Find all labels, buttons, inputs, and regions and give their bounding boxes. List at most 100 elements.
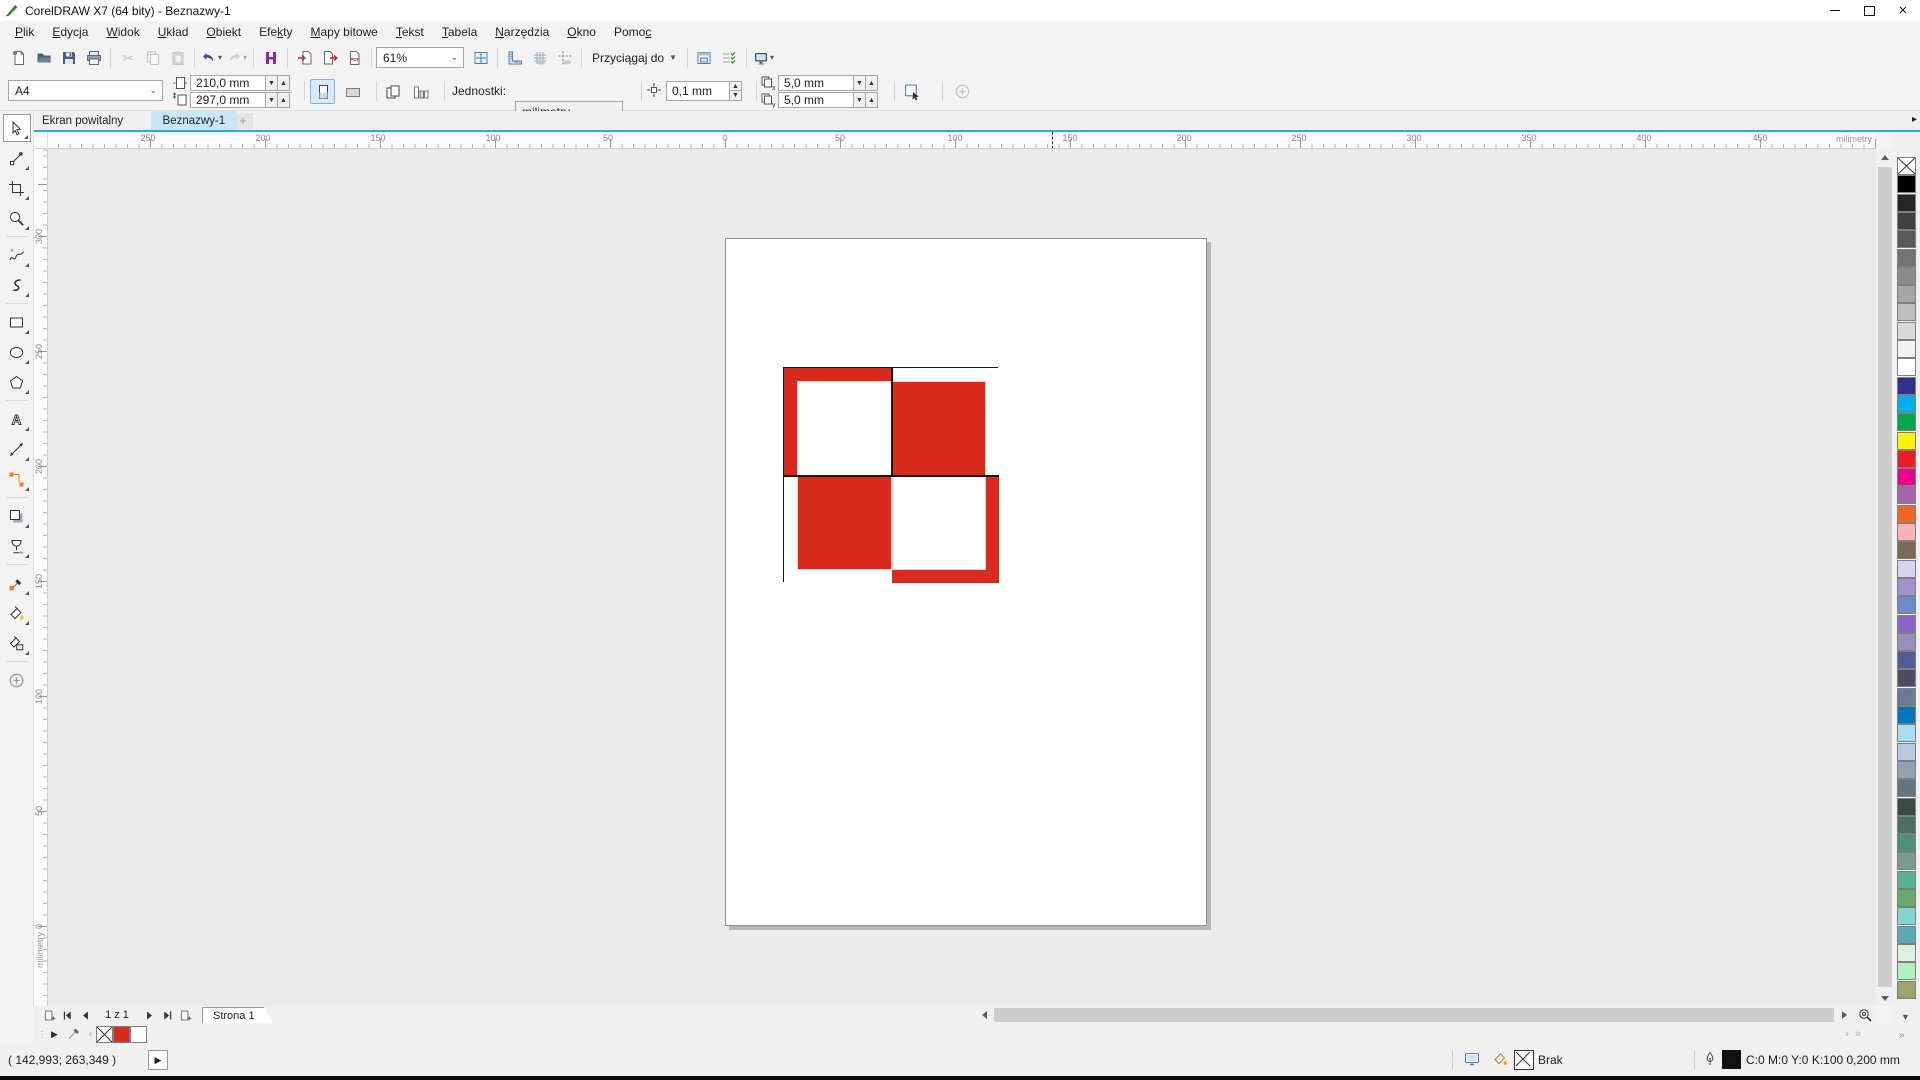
palette-color-swatch[interactable]: [1897, 505, 1916, 523]
menu-efekty[interactable]: Efekty: [250, 21, 301, 43]
import-button[interactable]: [292, 46, 317, 70]
save-button[interactable]: [56, 46, 81, 70]
palette-color-swatch[interactable]: [1897, 779, 1916, 797]
page-height-field[interactable]: 297,0 mm: [190, 92, 266, 108]
vertical-ruler[interactable]: milimetry 300250200150100500: [34, 149, 48, 1006]
doc-palette-scroll-left[interactable]: ‹: [86, 1028, 96, 1040]
menu-widok[interactable]: Widok: [97, 21, 148, 43]
palette-color-swatch[interactable]: [1897, 852, 1916, 870]
shape-tool[interactable]: [3, 144, 31, 172]
duplicate-y-down[interactable]: ▼: [854, 92, 866, 108]
palette-color-swatch[interactable]: [1897, 596, 1916, 614]
landscape-button[interactable]: [340, 79, 365, 104]
palette-scroll-down[interactable]: ▼: [1901, 1012, 1910, 1022]
scroll-up-button[interactable]: [1876, 149, 1894, 165]
tab-overflow-icon[interactable]: ▸: [1912, 114, 1917, 125]
search-content-button[interactable]: [258, 46, 283, 70]
menu-tekst[interactable]: Tekst: [387, 21, 433, 43]
palette-color-swatch[interactable]: [1897, 743, 1916, 761]
palette-color-swatch[interactable]: [1897, 175, 1916, 193]
palette-color-swatch[interactable]: [1897, 322, 1916, 340]
print-button[interactable]: [81, 46, 106, 70]
transparency-tool[interactable]: [3, 532, 31, 560]
doc-palette-color-swatch[interactable]: [130, 1026, 147, 1043]
color-eyedropper-tool[interactable]: [3, 569, 31, 597]
open-button[interactable]: [31, 46, 56, 70]
ellipse-tool[interactable]: [3, 338, 31, 366]
scroll-down-button[interactable]: [1876, 990, 1894, 1006]
palette-color-swatch[interactable]: [1897, 523, 1916, 541]
show-rulers-button[interactable]: [502, 46, 527, 70]
palette-color-swatch[interactable]: [1897, 907, 1916, 925]
eyedropper-icon[interactable]: [62, 1024, 86, 1045]
palette-color-swatch[interactable]: [1897, 578, 1916, 596]
fill-bucket-icon[interactable]: [1492, 1051, 1508, 1070]
last-page-button[interactable]: [158, 1007, 176, 1023]
menu-obiekt[interactable]: Obiekt: [197, 21, 250, 43]
zoom-tool[interactable]: [3, 204, 31, 232]
quick-customize-button[interactable]: [717, 46, 742, 70]
page-height-down[interactable]: ▼: [266, 92, 278, 108]
copy-button[interactable]: [140, 46, 165, 70]
menu-pomoc[interactable]: Pomoc: [605, 21, 660, 43]
show-grid-button[interactable]: [527, 46, 552, 70]
minimize-button[interactable]: [1818, 0, 1852, 21]
palette-color-swatch[interactable]: [1897, 871, 1916, 889]
duplicate-x-field[interactable]: 5,0 mm: [778, 75, 854, 91]
palette-color-swatch[interactable]: [1897, 761, 1916, 779]
duplicate-x-up[interactable]: ▲: [866, 75, 878, 91]
palette-color-swatch[interactable]: [1897, 615, 1916, 633]
freehand-tool[interactable]: [3, 241, 31, 269]
show-guidelines-button[interactable]: [552, 46, 577, 70]
palette-color-swatch[interactable]: [1897, 651, 1916, 669]
nudge-up[interactable]: ▲: [730, 81, 742, 91]
palette-color-swatch[interactable]: [1897, 249, 1916, 267]
palette-color-swatch[interactable]: [1897, 212, 1916, 230]
add-page-after-button[interactable]: [176, 1007, 194, 1023]
options-button[interactable]: [692, 46, 717, 70]
previous-page-button[interactable]: [76, 1007, 94, 1023]
portrait-button[interactable]: [310, 79, 335, 104]
page-tab-strona-1[interactable]: Strona 1: [202, 1007, 274, 1024]
palette-color-swatch[interactable]: [1897, 285, 1916, 303]
crop-tool[interactable]: [3, 174, 31, 202]
palette-no-fill-swatch[interactable]: [1897, 157, 1916, 175]
menu-edycja[interactable]: Edycja: [43, 21, 97, 43]
page-a4[interactable]: [725, 238, 1207, 926]
checkerboard-artwork[interactable]: [783, 367, 998, 582]
fullscreen-preview-button[interactable]: [468, 46, 493, 70]
paste-button[interactable]: [165, 46, 190, 70]
vertical-scrollbar[interactable]: [1876, 149, 1894, 1006]
menu-tabela[interactable]: Tabela: [433, 21, 486, 43]
menu-mapy-bitowe[interactable]: Mapy bitowe: [301, 21, 386, 43]
close-button[interactable]: ✕: [1886, 0, 1920, 21]
undo-button[interactable]: ▾: [199, 46, 224, 70]
publish-pdf-button[interactable]: PDF: [342, 46, 367, 70]
palette-color-swatch[interactable]: [1897, 962, 1916, 980]
palette-color-swatch[interactable]: [1897, 944, 1916, 962]
palette-flyout-icon[interactable]: ▶: [47, 1029, 62, 1040]
new-document-button[interactable]: [6, 46, 31, 70]
document-tab-ekran-powitalny[interactable]: Ekran powitalny: [30, 111, 135, 130]
polygon-tool[interactable]: [3, 368, 31, 396]
document-tab-beznazwy-1[interactable]: Beznazwy-1: [151, 111, 238, 130]
palette-color-swatch[interactable]: [1897, 834, 1916, 852]
doc-palette-color-swatch[interactable]: [113, 1026, 130, 1043]
nudge-field[interactable]: 0,1 mm: [666, 81, 730, 101]
dimension-tool[interactable]: [3, 435, 31, 463]
palette-color-swatch[interactable]: [1897, 468, 1916, 486]
palette-color-swatch[interactable]: [1897, 926, 1916, 944]
page-height-up[interactable]: ▲: [278, 92, 290, 108]
palette-color-swatch[interactable]: [1897, 816, 1916, 834]
vertical-scroll-thumb[interactable]: [1878, 167, 1892, 987]
add-controls-button[interactable]: [950, 79, 975, 104]
smart-fill-tool[interactable]: [3, 629, 31, 657]
connector-tool[interactable]: [3, 465, 31, 493]
treat-as-filled-button[interactable]: [900, 79, 925, 104]
palette-color-swatch[interactable]: [1897, 267, 1916, 285]
cut-button[interactable]: ✂: [115, 46, 140, 70]
palette-expand[interactable]: »: [1899, 1030, 1905, 1041]
drop-shadow-tool[interactable]: [3, 502, 31, 530]
facing-pages-button[interactable]: [408, 79, 433, 104]
palette-color-swatch[interactable]: [1897, 303, 1916, 321]
